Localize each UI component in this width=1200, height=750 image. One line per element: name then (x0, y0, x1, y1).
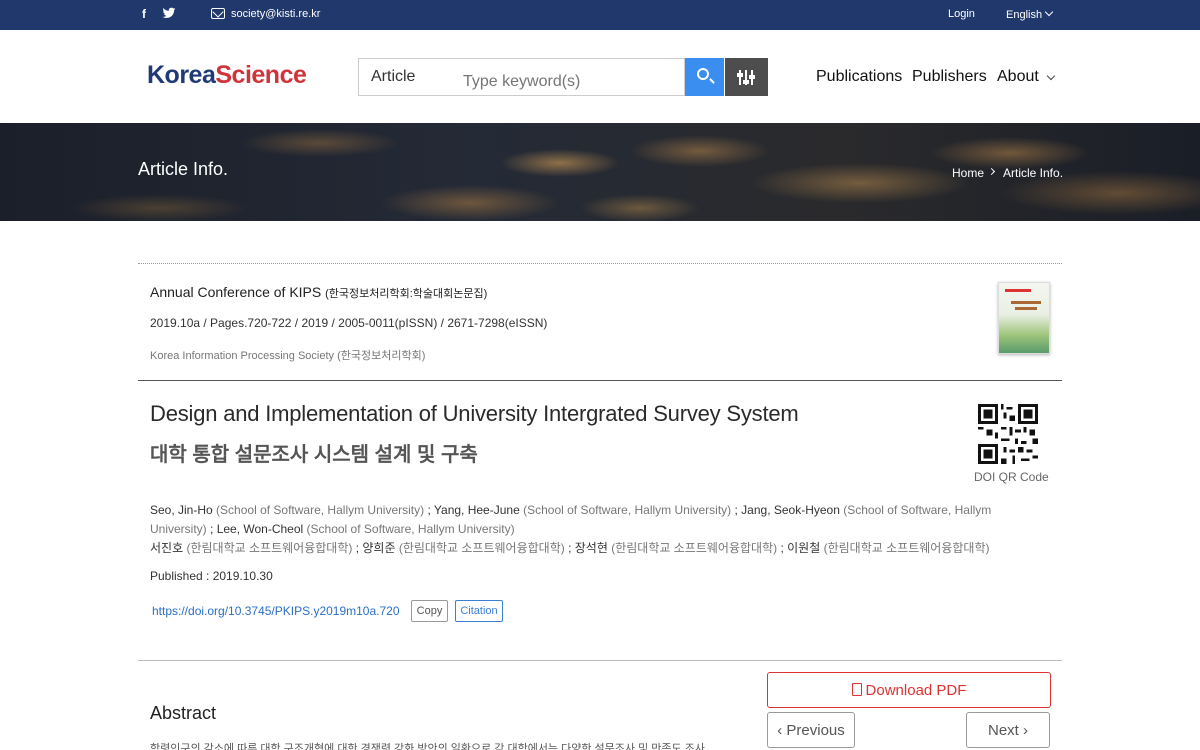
author-name[interactable]: Lee, Won-Cheol (217, 522, 304, 536)
author-affiliation: (한림대학교 소프트웨어융합대학) (398, 541, 565, 555)
breadcrumb-current: Article Info. (1003, 166, 1064, 180)
koreascience-logo[interactable]: KoreaScience (147, 61, 307, 90)
author-name[interactable]: 이원철 (787, 541, 820, 555)
nav-about[interactable]: About (997, 68, 1039, 86)
author-name[interactable]: Yang, Hee-June (434, 503, 520, 517)
nav-publications[interactable]: Publications (816, 68, 902, 86)
article-title-ko: 대학 통합 설문조사 시스템 설계 및 구축 (150, 444, 478, 466)
pdf-icon (851, 683, 862, 696)
abstract-text: 학령인구의 감소에 따른 대학 구조개혁에 대한 경쟁력 강화 방안의 일환으로… (150, 743, 705, 750)
issue-info: 2019.10a / Pages.720-722 / 2019 / 2005-0… (150, 316, 548, 330)
journal-name[interactable]: Annual Conference of KIPS (한국정보처리학회:학술대회… (150, 284, 487, 301)
author-list: Seo, Jin-Ho (School of Software, Hallym … (150, 501, 1030, 558)
breadcrumb-home[interactable]: Home (952, 166, 984, 180)
search-type-select[interactable]: Article (358, 58, 452, 96)
next-button[interactable]: Next › (966, 712, 1050, 748)
page-title: Article Info. (138, 159, 229, 179)
chevron-down-icon (1044, 7, 1054, 17)
author-list-ko: 서진호 (한림대학교 소프트웨어융합대학) ; 양희준 (한림대학교 소프트웨어… (150, 541, 990, 555)
language-selector[interactable]: English (1006, 9, 1042, 21)
page-banner: Article Info. Home Article Info. (0, 123, 1200, 221)
chevron-right-icon (987, 167, 996, 176)
published-date: Published : 2019.10.30 (150, 569, 273, 583)
article-title-en: Design and Implementation of University … (150, 401, 799, 426)
author-affiliation: (School of Software, Hallym University) (216, 503, 425, 517)
publisher-name: Korea Information Processing Society (한국… (150, 350, 426, 362)
twitter-icon[interactable] (162, 6, 176, 20)
advanced-search-button[interactable] (725, 58, 768, 96)
author-name[interactable]: 양희준 (362, 541, 395, 555)
author-name[interactable]: Jang, Seok-Hyeon (741, 503, 840, 517)
citation-button[interactable]: Citation (455, 600, 503, 622)
author-name[interactable]: 장석현 (575, 541, 608, 555)
doi-link[interactable]: https://doi.org/10.3745/PKIPS.y2019m10a.… (152, 604, 400, 618)
chevron-down-icon (1046, 71, 1056, 81)
search-bar: Article (358, 58, 768, 96)
author-affiliation: (한림대학교 소프트웨어융합대학) (186, 541, 353, 555)
journal-cover-image[interactable] (998, 282, 1050, 354)
mail-icon (211, 8, 225, 19)
divider (138, 380, 1062, 381)
previous-button[interactable]: ‹ Previous (767, 712, 855, 748)
divider (138, 660, 1062, 661)
author-affiliation: (School of Software, Hallym University) (523, 503, 732, 517)
top-bar: f society@kisti.re.kr Login English (0, 0, 1200, 30)
search-input[interactable] (451, 58, 685, 96)
author-affiliation: (School of Software, Hallym University) (306, 522, 515, 536)
search-icon (697, 68, 709, 80)
author-name[interactable]: 서진호 (150, 541, 183, 555)
author-list-en: Seo, Jin-Ho (School of Software, Hallym … (150, 503, 992, 536)
copy-doi-button[interactable]: Copy (411, 600, 448, 622)
author-affiliation: (한림대학교 소프트웨어융합대학) (611, 541, 778, 555)
search-button[interactable] (685, 58, 724, 96)
author-affiliation: (한림대학교 소프트웨어융합대학) (823, 541, 990, 555)
contact-email[interactable]: society@kisti.re.kr (231, 8, 320, 20)
abstract-heading: Abstract (150, 703, 217, 723)
qr-code-icon (978, 404, 1038, 464)
author-name[interactable]: Seo, Jin-Ho (150, 503, 213, 517)
facebook-icon[interactable]: f (142, 7, 152, 21)
nav-publishers[interactable]: Publishers (912, 68, 987, 86)
download-pdf-button[interactable]: Download PDF (767, 672, 1051, 708)
login-link[interactable]: Login (948, 8, 975, 20)
qr-code-label: DOI QR Code (974, 470, 1049, 484)
divider (138, 263, 1062, 264)
